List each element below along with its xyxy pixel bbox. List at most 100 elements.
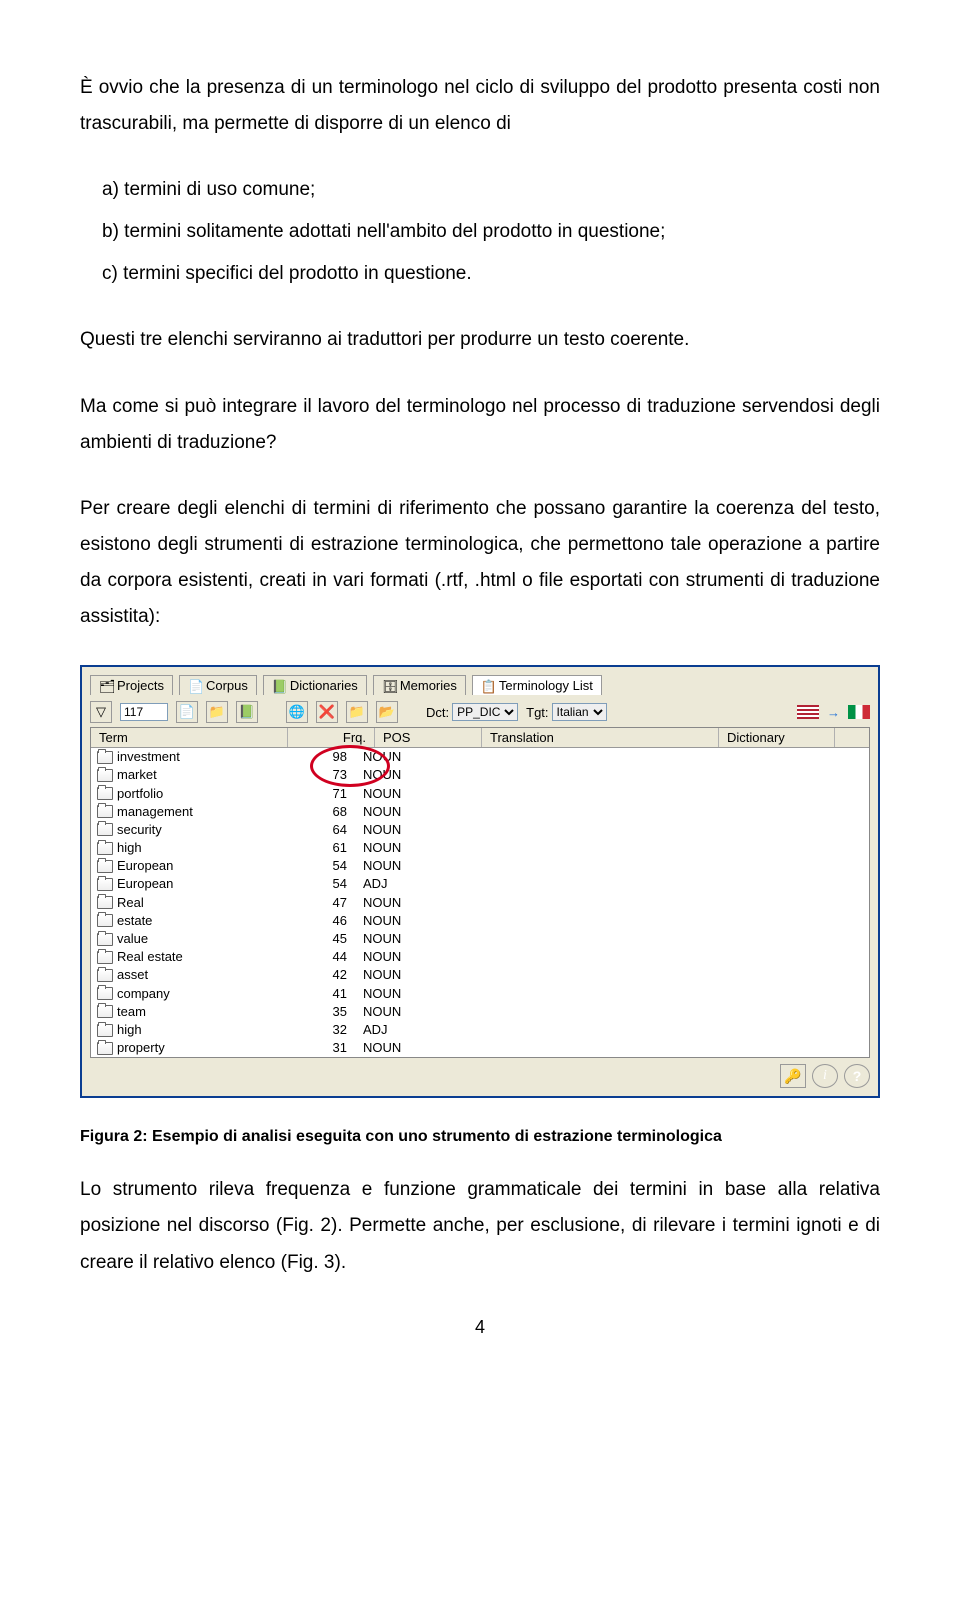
folder-icon [97,1024,113,1037]
help-button[interactable]: ? [844,1064,870,1088]
cell-frq: 64 [277,821,355,839]
cell-term: investment [117,748,180,766]
table-row[interactable]: value 45NOUN [91,930,869,948]
tab-dictionaries[interactable]: 📗Dictionaries [263,675,367,695]
folder-icon [97,914,113,927]
key-button[interactable]: 🔑 [780,1064,806,1088]
paragraph-5: Lo strumento rileva frequenza e funzione… [80,1172,880,1280]
tab-bar: 🗂Projects 📄Corpus 📗Dictionaries 🗄Memorie… [90,675,870,695]
document-icon: 📄 [188,679,202,693]
open-button[interactable]: 📂 [376,701,398,723]
cell-term: high [117,839,142,857]
cell-frq: 54 [277,857,355,875]
table-row[interactable]: property31NOUN [91,1039,869,1057]
table-row[interactable]: European54ADJ [91,875,869,893]
tab-memories[interactable]: 🗄Memories [373,675,466,695]
folder-icon [97,933,113,946]
cell-term: security [117,821,162,839]
table-row[interactable]: Real estate44NOUN [91,948,869,966]
book-button[interactable]: 📗 [236,701,258,723]
cell-frq: 98 [277,748,355,766]
tab-terminology-list[interactable]: 📋Terminology List [472,675,602,695]
table-row[interactable]: asset42NOUN [91,966,869,984]
cell-frq: 41 [277,985,355,1003]
cell-frq: 71 [277,785,355,803]
filter-button[interactable]: ▽ [90,701,112,723]
figure-caption: Figura 2: Esempio di analisi eseguita co… [80,1128,880,1146]
book-icon: 📗 [272,679,286,693]
tab-projects[interactable]: 🗂Projects [90,675,173,695]
table-row[interactable]: portfolio71NOUN [91,785,869,803]
cell-term: estate [117,912,152,930]
tgt-select[interactable]: Italian [552,703,607,721]
count-input[interactable] [120,703,168,721]
terminology-table: Term Frq. POS Translation Dictionary inv… [90,727,870,1058]
cell-pos: ADJ [355,875,453,893]
cell-term: high [117,1021,142,1039]
header-dictionary[interactable]: Dictionary [719,728,835,747]
cell-frq: 45 [277,930,355,948]
list-item-a: a) termini di uso comune; [102,172,880,208]
cell-frq: 31 [277,1039,355,1057]
cell-term: asset [117,966,148,984]
folder-icon [97,878,113,891]
folder-icon [97,769,113,782]
folder-icon [97,842,113,855]
paragraph-4: Per creare degli elenchi di termini di r… [80,491,880,635]
table-row[interactable]: high32ADJ [91,1021,869,1039]
cell-pos: NOUN [355,748,453,766]
table-row[interactable]: market73NOUN [91,766,869,784]
globe-button[interactable]: 🌐 [286,701,308,723]
arrow-icon: → [827,705,840,720]
table-row[interactable]: management68NOUN [91,803,869,821]
paragraph-3: Ma come si può integrare il lavoro del t… [80,389,880,461]
table-row[interactable]: security64NOUN [91,821,869,839]
folder2-button[interactable]: 📁 [346,701,368,723]
table-row[interactable]: high61NOUN [91,839,869,857]
cell-pos: NOUN [355,930,453,948]
table-row[interactable]: Real47NOUN [91,894,869,912]
cell-term: management [117,803,193,821]
folder-icon [97,951,113,964]
header-frq[interactable]: Frq. [288,728,375,747]
cell-pos: NOUN [355,766,453,784]
cell-pos: NOUN [355,857,453,875]
cell-pos: NOUN [355,785,453,803]
table-row[interactable]: estate 46NOUN [91,912,869,930]
header-term[interactable]: Term [91,728,288,747]
dct-label: Dct: [426,705,449,720]
cell-frq: 46 [277,912,355,930]
cell-pos: NOUN [355,966,453,984]
table-row[interactable]: investment 98NOUN [91,748,869,766]
projects-icon: 🗂 [99,679,113,693]
delete-globe-button[interactable]: ❌ [316,701,338,723]
toolbar: ▽ 📄 📁 📗 🌐 ❌ 📁 📂 Dct: PP_DIC Tgt: Italian… [90,701,870,723]
page-number: 4 [80,1317,880,1338]
folder-icon [97,987,113,1000]
folder-icon [97,1005,113,1018]
list-item-c: c) termini specifici del prodotto in que… [102,256,880,292]
info-button[interactable]: i [812,1064,838,1088]
tgt-label: Tgt: [526,705,548,720]
cell-pos: NOUN [355,912,453,930]
cell-frq: 47 [277,894,355,912]
folder-button[interactable]: 📁 [206,701,228,723]
list-item-b: b) termini solitamente adottati nell'amb… [102,214,880,250]
list-icon: 📋 [481,679,495,693]
table-header: Term Frq. POS Translation Dictionary [91,728,869,748]
paragraph-2: Questi tre elenchi serviranno ai tradutt… [80,322,880,358]
new-file-button[interactable]: 📄 [176,701,198,723]
dct-selector: Dct: PP_DIC [426,703,518,721]
table-row[interactable]: team35NOUN [91,1003,869,1021]
tab-corpus[interactable]: 📄Corpus [179,675,257,695]
header-pos[interactable]: POS [375,728,482,747]
cell-term: team [117,1003,146,1021]
dct-select[interactable]: PP_DIC [452,703,518,721]
table-row[interactable]: European54NOUN [91,857,869,875]
table-body[interactable]: investment98NOUNmarket73NOUNportfolio71N… [91,748,869,1057]
table-row[interactable]: company41NOUN [91,985,869,1003]
cell-frq: 61 [277,839,355,857]
header-translation[interactable]: Translation [482,728,719,747]
cell-term: value [117,930,148,948]
paragraph-intro: È ovvio che la presenza di un terminolog… [80,70,880,142]
